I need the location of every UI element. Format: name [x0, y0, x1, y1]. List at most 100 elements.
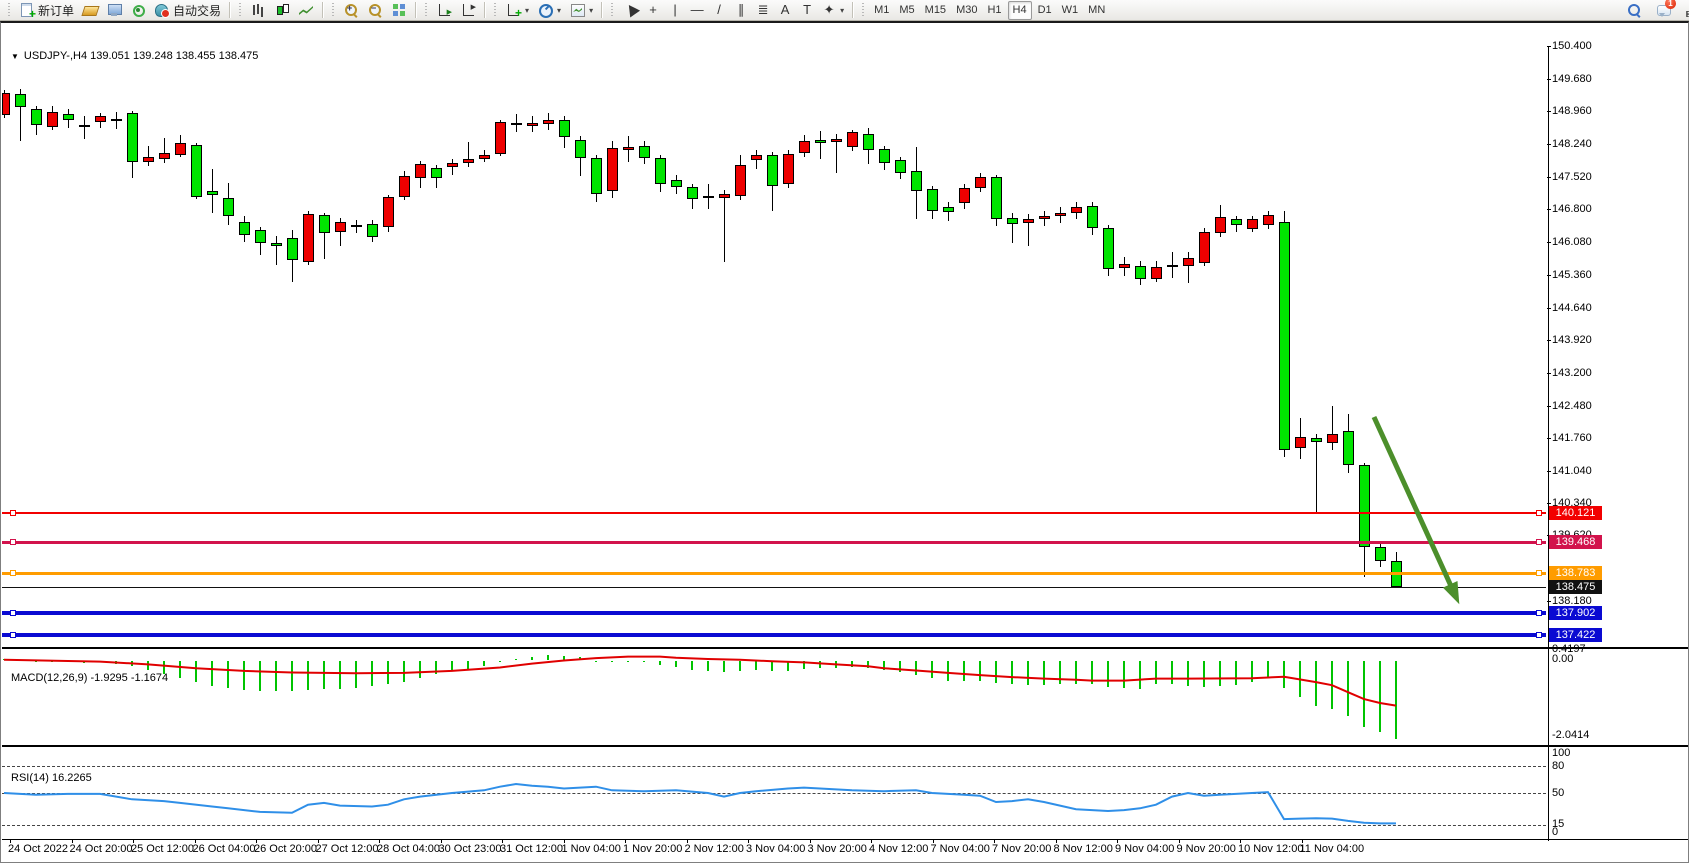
vertical-line-tool-button[interactable]: | — [665, 1, 685, 20]
new-order-button[interactable]: 新订单 — [16, 1, 77, 20]
macd-histogram-bar — [259, 661, 261, 692]
toolbar-grip[interactable] — [424, 3, 428, 17]
chevron-down-icon[interactable]: ▾ — [557, 6, 561, 15]
candle-up — [527, 123, 538, 126]
rsi-pane-separator[interactable] — [2, 745, 1688, 747]
collapse-triangle-icon[interactable]: ▼ — [11, 52, 19, 61]
market-watch-button[interactable] — [79, 1, 101, 20]
candle-up — [2, 93, 10, 115]
channel-tool-button[interactable]: ∥E — [731, 1, 751, 20]
signals-button[interactable] — [127, 1, 149, 20]
fibonacci-tool-button[interactable]: ≣F — [753, 1, 773, 20]
horizontal-price-line[interactable] — [2, 572, 1546, 575]
bar-chart-button[interactable] — [247, 1, 269, 20]
macd-histogram-bar — [211, 661, 213, 686]
line-drag-handle[interactable] — [1536, 632, 1542, 638]
price-axis-tick — [1547, 275, 1551, 276]
line-drag-handle[interactable] — [10, 632, 16, 638]
macd-histogram-bar — [1171, 661, 1173, 685]
chart-shift-button[interactable] — [457, 1, 479, 20]
candle-up — [415, 164, 426, 178]
macd-histogram-bar — [867, 661, 869, 669]
chevron-down-icon[interactable]: ▾ — [589, 6, 593, 15]
chat-icon: 1 — [1656, 2, 1672, 18]
periods-button[interactable]: ▾ — [534, 1, 564, 20]
chart-window[interactable]: ▼ USDJPY-,H4 139.051 139.248 138.455 138… — [0, 21, 1689, 863]
trendline-tool-icon: / — [712, 2, 726, 18]
toolbar-grip[interactable] — [610, 3, 614, 17]
horizontal-line-tool-button[interactable]: — — [687, 1, 707, 20]
timeframe-h1-button[interactable]: H1 — [983, 1, 1005, 20]
macd-histogram-bar — [835, 661, 837, 668]
line-drag-handle[interactable] — [10, 539, 16, 545]
macd-histogram-bar — [371, 661, 373, 687]
line-chart-button[interactable] — [295, 1, 317, 20]
toolbar-grip[interactable] — [7, 3, 11, 17]
auto-scroll-button[interactable] — [433, 1, 455, 20]
data-window-button[interactable] — [103, 1, 125, 20]
text-tool-button[interactable]: A — [775, 1, 795, 20]
toolbar-grip[interactable] — [331, 3, 335, 17]
horizontal-price-line[interactable] — [2, 633, 1546, 637]
price-axis-tick — [1547, 373, 1551, 374]
horizontal-price-line[interactable] — [2, 512, 1546, 514]
candle-up — [847, 132, 858, 147]
timeframe-m1-button[interactable]: M1 — [870, 1, 893, 20]
timeframe-mn-button[interactable]: MN — [1084, 1, 1109, 20]
search-button[interactable] — [1623, 1, 1645, 20]
macd-pane-separator[interactable] — [2, 647, 1688, 649]
text-label-tool-button[interactable]: T — [797, 1, 817, 20]
chat-button[interactable]: 1 — [1653, 1, 1675, 20]
tile-windows-button[interactable] — [388, 1, 410, 20]
time-axis-label: 24 Oct 2022 — [8, 843, 68, 855]
toolbar-separator — [229, 2, 230, 18]
timeframe-m15-button[interactable]: M15 — [921, 1, 950, 20]
arrows-tool-button[interactable]: ✦▾ — [819, 1, 847, 20]
zoom-in-button[interactable]: + — [340, 1, 362, 20]
time-axis-label: 7 Nov 04:00 — [931, 843, 990, 855]
cursor-tool-icon — [622, 2, 638, 18]
candle-down — [863, 134, 874, 150]
candle-down — [991, 177, 1002, 219]
line-drag-handle[interactable] — [1536, 570, 1542, 576]
chevron-down-icon[interactable]: ▾ — [840, 6, 844, 15]
horizontal-price-line[interactable] — [2, 611, 1546, 615]
line-drag-handle[interactable] — [1536, 610, 1542, 616]
candle-down — [271, 243, 282, 245]
line-drag-handle[interactable] — [1536, 510, 1542, 516]
price-axis-tick — [1547, 242, 1551, 243]
candle-down — [591, 158, 602, 195]
trendline-tool-button[interactable]: / — [709, 1, 729, 20]
toolbar-grip[interactable] — [238, 3, 242, 17]
crosshair-tool-button[interactable]: + — [643, 1, 663, 20]
cursor-tool-button[interactable] — [619, 1, 641, 20]
chevron-down-icon[interactable]: ▾ — [525, 6, 529, 15]
timeframe-h4-button[interactable]: H4 — [1008, 1, 1032, 20]
zoom-out-button[interactable]: − — [364, 1, 386, 20]
line-drag-handle[interactable] — [10, 570, 16, 576]
indicators-button[interactable]: ▾ — [502, 1, 532, 20]
timeframe-w1-button[interactable]: W1 — [1058, 1, 1083, 20]
macd-header: MACD(12,26,9) -1.9295 -1.1674 — [11, 672, 168, 684]
tile-windows-icon — [391, 2, 407, 18]
candlestick-chart-button[interactable] — [271, 1, 293, 20]
candle-down — [367, 224, 378, 237]
macd-histogram-bar — [979, 661, 981, 681]
toolbar-grip[interactable] — [861, 3, 865, 17]
line-drag-handle[interactable] — [10, 510, 16, 516]
toolbar-grip[interactable] — [493, 3, 497, 17]
timeframe-m30-button[interactable]: M30 — [952, 1, 981, 20]
candle-down — [1359, 465, 1370, 546]
macd-histogram-bar — [1395, 661, 1397, 740]
autotrading-button[interactable]: 自动交易 — [151, 1, 224, 20]
time-axis-label: 30 Oct 23:00 — [439, 843, 502, 855]
timeframe-m5-button[interactable]: M5 — [895, 1, 918, 20]
candle-up — [959, 188, 970, 203]
timeframe-d1-button[interactable]: D1 — [1034, 1, 1056, 20]
line-drag-handle[interactable] — [10, 610, 16, 616]
time-axis-label: 9 Nov 04:00 — [1115, 843, 1174, 855]
templates-button[interactable]: ▾ — [566, 1, 596, 20]
line-drag-handle[interactable] — [1536, 539, 1542, 545]
macd-histogram-bar — [579, 657, 581, 660]
horizontal-price-line[interactable] — [2, 541, 1546, 544]
